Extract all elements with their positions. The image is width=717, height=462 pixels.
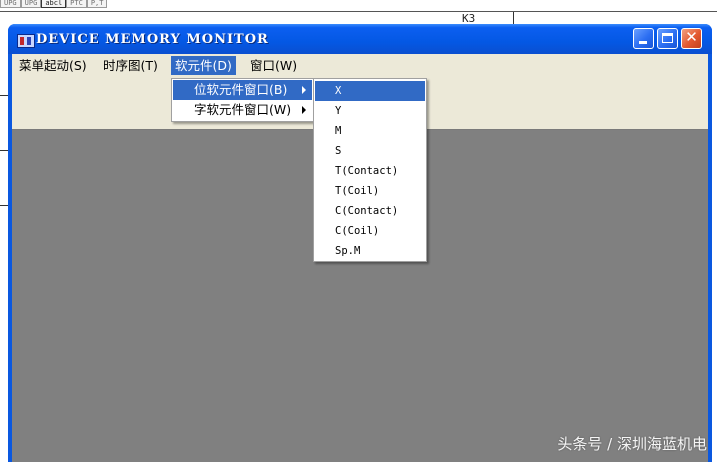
- background-vertical-line: [513, 12, 514, 24]
- submenu-item-c-contact[interactable]: C(Contact): [315, 201, 425, 221]
- submenu-arrow-icon: [302, 106, 306, 114]
- background-cell-row: UPG UPG abcl PTC P,T: [0, 0, 108, 8]
- background-cell: P,T: [86, 0, 108, 8]
- word-device-window-label: 字软元件窗口(W): [194, 102, 292, 117]
- close-icon: ✕: [685, 28, 698, 46]
- minimize-icon: [639, 41, 647, 44]
- window-title: DEVICE MEMORY MONITOR: [36, 32, 269, 47]
- bit-device-submenu: X Y M S T(Contact) T(Coil) C(Contact) C(…: [313, 78, 427, 262]
- device-dropdown-menu: 位软元件窗口(B) 字软元件窗口(W): [171, 78, 314, 122]
- bit-device-window-item[interactable]: 位软元件窗口(B): [173, 80, 312, 100]
- maximize-button[interactable]: [657, 28, 678, 49]
- submenu-item-t-coil[interactable]: T(Coil): [315, 181, 425, 201]
- menu-device[interactable]: 软元件(D): [171, 56, 236, 75]
- submenu-item-m[interactable]: M: [315, 121, 425, 141]
- submenu-item-x[interactable]: X: [315, 81, 425, 101]
- background-left-line: [0, 95, 8, 96]
- close-button[interactable]: ✕: [681, 28, 702, 49]
- background-rung-line: [0, 11, 717, 12]
- app-icon[interactable]: [17, 34, 35, 48]
- submenu-item-s[interactable]: S: [315, 141, 425, 161]
- watermark-text: 头条号 / 深圳海蓝机电: [557, 435, 707, 453]
- submenu-item-t-contact[interactable]: T(Contact): [315, 161, 425, 181]
- background-left-line: [0, 150, 8, 151]
- word-device-window-item[interactable]: 字软元件窗口(W): [173, 100, 312, 120]
- menu-start[interactable]: 菜单起动(S): [15, 56, 91, 75]
- title-bar[interactable]: DEVICE MEMORY MONITOR ✕: [8, 24, 712, 54]
- maximize-icon: [662, 33, 673, 43]
- submenu-arrow-icon: [302, 86, 306, 94]
- minimize-button[interactable]: [633, 28, 654, 49]
- menu-window[interactable]: 窗口(W): [246, 56, 301, 75]
- submenu-item-c-coil[interactable]: C(Coil): [315, 221, 425, 241]
- background-cell: PTC: [66, 0, 87, 8]
- background-cell: UPG: [20, 0, 42, 8]
- background-cell: UPG: [0, 0, 21, 8]
- submenu-item-sp-m[interactable]: Sp.M: [315, 241, 425, 261]
- submenu-item-y[interactable]: Y: [315, 101, 425, 121]
- menu-bar: 菜单起动(S) 时序图(T) 软元件(D) 窗口(W): [12, 54, 708, 76]
- background-left-line: [0, 205, 8, 206]
- background-cell: abcl: [41, 0, 67, 8]
- bit-device-window-label: 位软元件窗口(B): [194, 82, 288, 97]
- menu-timing-chart[interactable]: 时序图(T): [99, 56, 162, 75]
